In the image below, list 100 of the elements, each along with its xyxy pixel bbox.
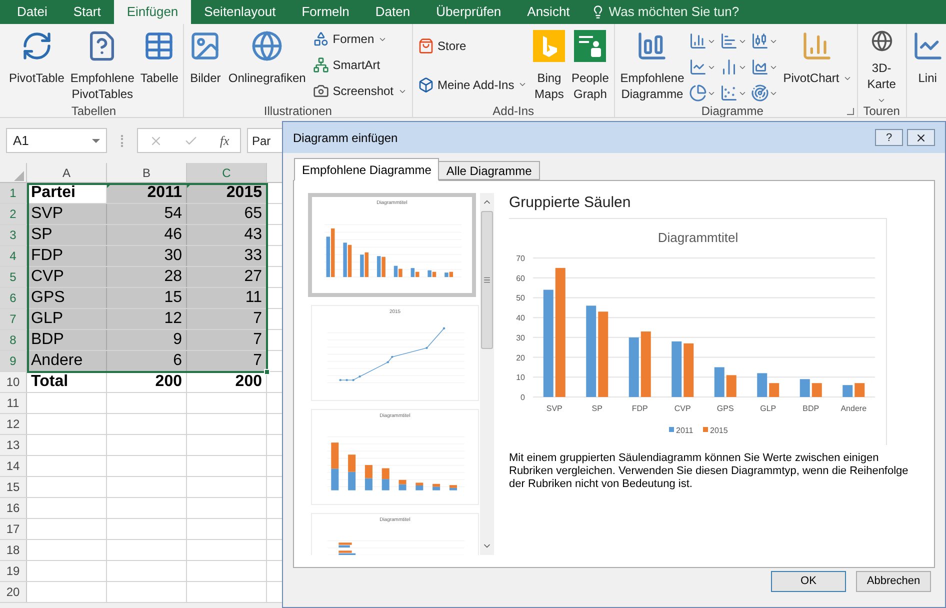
ribbon-button[interactable]: People Graph <box>569 24 612 108</box>
fill-handle[interactable] <box>264 369 270 375</box>
axis-label: SVP <box>546 404 562 413</box>
row-header[interactable]: 16 <box>0 498 27 518</box>
row-header[interactable]: 1 <box>0 183 27 203</box>
axis-label: GPS <box>716 404 734 413</box>
menu-tab[interactable]: Ansicht <box>514 0 583 24</box>
axis-label: CVP <box>674 404 691 413</box>
row-header[interactable]: 10 <box>0 372 27 392</box>
ribbon-button[interactable]: Bilder <box>187 24 224 108</box>
column-header[interactable]: C <box>187 163 267 182</box>
bar-chart-icon <box>720 32 738 50</box>
grip-icon <box>483 276 491 284</box>
scroll-thumb[interactable] <box>481 211 493 349</box>
cell-text: Partei <box>31 183 76 203</box>
picture-icon <box>189 30 222 62</box>
help-button[interactable]: ? <box>875 129 903 146</box>
cell-text: 11 <box>245 288 262 308</box>
axis-label: 50 <box>516 294 525 303</box>
dialog-button[interactable]: Abbrechen <box>856 571 931 592</box>
row-header[interactable]: 11 <box>0 393 27 413</box>
smartart-icon <box>312 57 329 73</box>
cell-text: GPS <box>31 288 65 308</box>
legend-item: 2015 <box>703 426 728 435</box>
mini-point <box>352 379 354 382</box>
row-header[interactable]: 7 <box>0 309 27 329</box>
ribbon-button[interactable]: PivotTable <box>7 24 66 108</box>
mini-point <box>386 361 389 364</box>
chart-bar <box>769 383 780 397</box>
area-chart-icon <box>751 58 770 76</box>
dialog-tab[interactable]: Empfohlene Diagramme <box>294 158 440 181</box>
cell-text: BDP <box>31 330 64 350</box>
mini-point <box>346 379 348 382</box>
pivot-table-icon <box>20 30 53 62</box>
axis-label: 30 <box>516 333 525 342</box>
caret-icon <box>518 80 528 89</box>
chart-bar <box>640 331 651 397</box>
tell-me-field[interactable]: Was möchten Sie tun? <box>608 2 809 22</box>
menu-tab[interactable]: Überprüfen <box>423 0 514 24</box>
cell-text: SP <box>31 225 52 245</box>
row-header[interactable]: 12 <box>0 414 27 434</box>
menu-tab[interactable]: Formeln <box>288 0 362 24</box>
close-button[interactable] <box>907 129 935 146</box>
row-header[interactable]: 3 <box>0 225 27 245</box>
ribbon-small-button[interactable]: SmartArt <box>310 56 408 74</box>
row-header[interactable]: 15 <box>0 477 27 497</box>
axis-label: Andere <box>840 404 867 413</box>
table-icon <box>143 30 176 62</box>
row-header[interactable]: 20 <box>0 582 27 602</box>
menu-tab[interactable]: Seitenlayout <box>191 0 289 24</box>
ribbon-small-button[interactable]: Screenshot <box>310 82 408 100</box>
cell-text: 15 <box>164 288 182 308</box>
chart-type-button[interactable] <box>689 82 716 104</box>
dialog-title: Diagramm einfügen <box>293 130 398 146</box>
cell-text: Total <box>31 372 68 392</box>
menu-tab[interactable]: Datei <box>4 0 60 24</box>
function-button[interactable]: fx <box>220 130 230 150</box>
menu-tab[interactable]: Einfügen <box>114 0 192 24</box>
cell-text: 46 <box>164 225 182 245</box>
ribbon-small-button[interactable]: Meine Add-Ins <box>416 76 530 94</box>
row-header[interactable]: 2 <box>0 204 27 224</box>
chart-bar <box>726 375 736 397</box>
ribbon-button[interactable]: Lini <box>910 24 946 108</box>
cell-text: 7 <box>253 351 262 371</box>
dialog-launcher-icon[interactable] <box>846 108 854 114</box>
ribbon-button[interactable]: PivotChart <box>781 24 854 108</box>
close-icon <box>915 132 927 144</box>
ribbon-button[interactable]: Bing Maps <box>532 24 566 108</box>
ribbon-button[interactable]: Tabelle <box>138 24 180 108</box>
row-header[interactable]: 4 <box>0 246 27 266</box>
pie-chart-icon <box>689 84 708 102</box>
cell-text: 30 <box>164 246 182 266</box>
ribbon-small-button[interactable]: Store <box>416 36 530 54</box>
row-header[interactable]: 8 <box>0 330 27 350</box>
row-header[interactable]: 6 <box>0 288 27 308</box>
row-header[interactable]: 17 <box>0 519 27 539</box>
axis-label: 40 <box>516 314 525 323</box>
name-box[interactable]: A1 <box>6 128 107 153</box>
ribbon-button[interactable]: Empfohlene Diagramme <box>618 24 686 108</box>
row-header[interactable]: 14 <box>0 456 27 476</box>
ribbon-small-button[interactable]: Formen <box>310 30 408 48</box>
group-label: Tabellen <box>71 104 116 117</box>
dialog-button[interactable]: OK <box>771 571 846 592</box>
group-label: Add-Ins <box>492 104 534 117</box>
row-header[interactable]: 5 <box>0 267 27 287</box>
dialog-tab[interactable]: Alle Diagramme <box>438 161 540 180</box>
scrollbar[interactable] <box>480 193 494 555</box>
column-header[interactable]: A <box>27 163 107 182</box>
chart-type-button[interactable] <box>751 82 778 104</box>
mini-point <box>391 356 394 358</box>
row-header[interactable]: 19 <box>0 561 27 581</box>
group-label: Illustrationen <box>264 104 332 117</box>
row-header[interactable]: 9 <box>0 351 27 371</box>
mini-point <box>442 327 446 330</box>
row-header[interactable]: 18 <box>0 540 27 560</box>
chart-description: Mit einem gruppierten Säulendiagramm können Sie Werte zwischen einigen Rubriken vergleichen. Verwenden Sie diesen Diagrammtyp, wenn die Reihenfolge der Rubriken nicht von Bedeutung ist. <box>509 452 910 491</box>
menu-tab[interactable]: Daten <box>362 0 424 24</box>
menu-tab[interactable]: Start <box>60 0 114 24</box>
cell-text: 27 <box>244 267 262 287</box>
row-header[interactable]: 13 <box>0 435 27 455</box>
